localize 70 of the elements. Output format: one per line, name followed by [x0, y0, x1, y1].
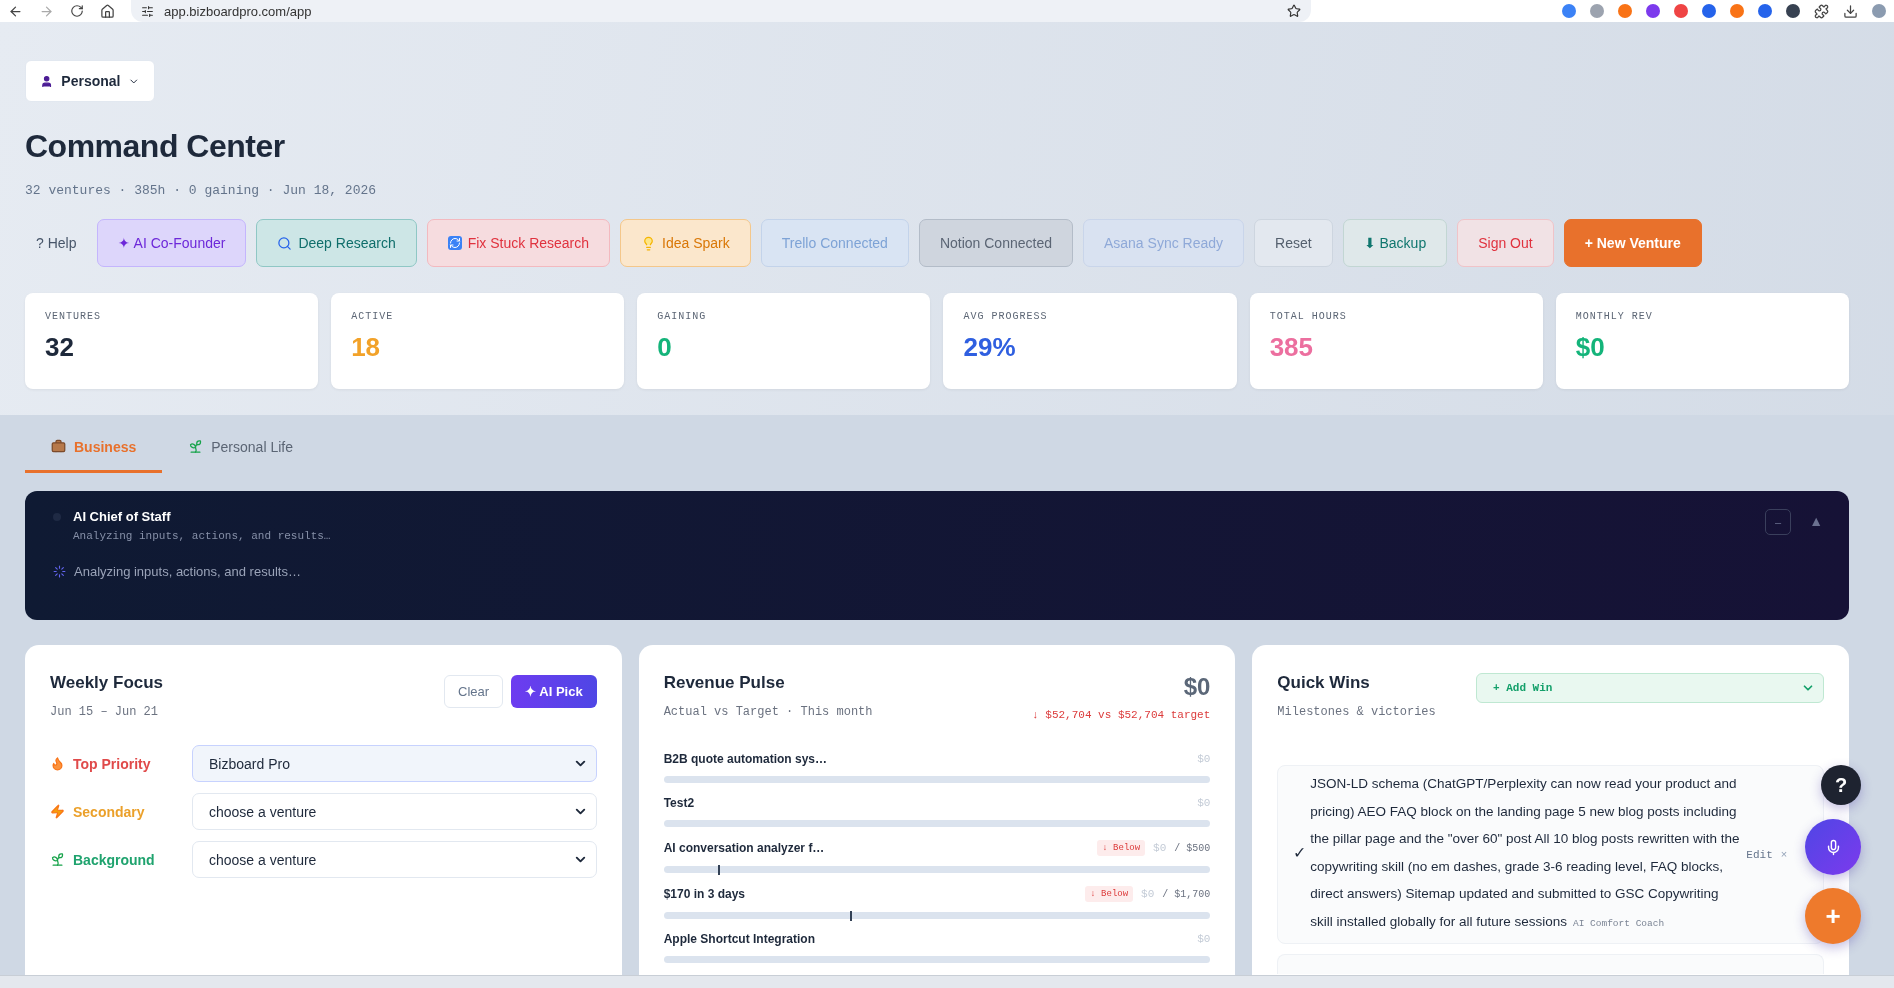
- stat-label: TOTAL HOURS: [1269, 311, 1348, 322]
- help-button[interactable]: ?: [1821, 765, 1861, 805]
- page-title: Command Center: [25, 128, 286, 165]
- url-text: app.bizboardpro.com/app: [164, 3, 312, 19]
- card-title: Quick Wins: [1277, 673, 1371, 693]
- panel-title: AI Chief of Staff: [73, 509, 172, 524]
- focus-label: Background: [73, 851, 155, 868]
- ai-pick-button[interactable]: ✦ AI Pick: [511, 675, 597, 708]
- stat-label: MONTHLY REV: [1575, 311, 1654, 322]
- venture-name: Apple Shortcut Integration: [663, 932, 815, 946]
- toolbar-button[interactable]: Idea Spark: [620, 219, 751, 267]
- stat-label: AVG PROGRESS: [963, 311, 1049, 322]
- revenue-delta: ↓ $52,704 vs $52,704 target: [1032, 709, 1211, 721]
- venture-select[interactable]: choose a venture: [192, 841, 597, 878]
- focus-label: Top Priority: [73, 755, 151, 772]
- toolbar-button[interactable]: ✦ AI Co-Founder: [97, 219, 247, 267]
- card-subtitle: Milestones & victories: [1277, 705, 1436, 719]
- panel-subtitle: Analyzing inputs, actions, and results…: [73, 530, 331, 542]
- remove-button[interactable]: ×: [1778, 847, 1790, 860]
- clear-button[interactable]: Clear: [444, 675, 504, 708]
- toolbar-button[interactable]: Fix Stuck Research: [426, 219, 611, 267]
- stat-label: GAINING: [657, 311, 708, 322]
- stat-value: 18: [351, 332, 382, 363]
- venture-name: $170 in 3 days: [663, 887, 746, 901]
- win-text: JSON-LD schema (ChatGPT/Perplexity can now read your product and pricing) AEO FAQ block on the landing page 5 new blog posts including the pillar page and the "over 60" post All 10 blog posts rewritten with the copywriting skill (no em dashes, grade 3-6 reading level, FAQ blocks, direct answers) Sitemap updated and submitted to GSC Copywriting skill installed globally for all future sessions AI Comfort Coach: [1310, 775, 1741, 931]
- checkmark-icon: ✓: [1278, 843, 1311, 862]
- venture-select[interactable]: choose a venture: [192, 793, 597, 830]
- toolbar-button[interactable]: Sign Out: [1457, 219, 1554, 267]
- toolbar-button[interactable]: Notion Connected: [918, 219, 1073, 267]
- revenue-amount: $0: [1197, 797, 1211, 809]
- card-title: Revenue Pulse: [663, 673, 786, 693]
- revenue-target: / $500: [1174, 842, 1211, 854]
- address-bar[interactable]: app.bizboardpro.com/app: [131, 0, 1311, 22]
- toolbar-button[interactable]: ⬇ Backup: [1342, 219, 1448, 267]
- revenue-amount: $0: [1197, 753, 1211, 765]
- status-text: Analyzing inputs, actions, and results…: [74, 564, 301, 579]
- add-win-select[interactable]: + Add Win: [1476, 673, 1824, 703]
- edit-button[interactable]: Edit: [1740, 847, 1779, 862]
- venture-name: B2B quote automation sys…: [663, 752, 827, 766]
- stat-value: 29%: [963, 332, 1017, 363]
- collapse-button[interactable]: ▲: [1803, 509, 1829, 533]
- stat-value: 385: [1269, 332, 1315, 363]
- revenue-target: / $1,700: [1162, 888, 1211, 900]
- below-badge: ↓ Below: [1097, 840, 1146, 856]
- stat-value: 0: [657, 332, 673, 363]
- card-subtitle: Actual vs Target · This month: [663, 705, 873, 719]
- revenue-amount: $0: [1197, 933, 1211, 945]
- venture-name: Test2: [663, 796, 695, 810]
- toolbar-button[interactable]: + New Venture: [1563, 219, 1702, 267]
- page-subtitle: 32 ventures · 385h · 0 gaining · Jun 18, 2026: [25, 183, 378, 198]
- stat-value: 32: [45, 332, 75, 363]
- revenue-total: $0: [1182, 673, 1211, 701]
- focus-label: Secondary: [73, 803, 145, 820]
- toolbar-button[interactable]: Reset: [1254, 219, 1333, 267]
- stat-label: VENTURES: [45, 311, 102, 322]
- toolbar-button[interactable]: Deep Research: [256, 219, 417, 267]
- below-badge: ↓ Below: [1085, 886, 1134, 902]
- card-title: Weekly Focus: [50, 673, 164, 693]
- revenue-amount: $0: [1141, 888, 1155, 900]
- tab[interactable]: Personal Life: [162, 423, 319, 473]
- minimize-button[interactable]: –: [1765, 509, 1792, 535]
- profile-dropdown[interactable]: Personal: [25, 60, 155, 102]
- stat-value: $0: [1575, 332, 1606, 363]
- date-range: Jun 15 – Jun 21: [50, 705, 160, 719]
- toolbar-button[interactable]: ? Help: [25, 219, 88, 267]
- add-button[interactable]: +: [1805, 888, 1861, 944]
- venture-name: AI conversation analyzer f…: [663, 841, 825, 855]
- revenue-amount: $0: [1153, 842, 1167, 854]
- venture-select[interactable]: Bizboard Pro: [192, 745, 597, 782]
- stat-label: ACTIVE: [351, 311, 395, 322]
